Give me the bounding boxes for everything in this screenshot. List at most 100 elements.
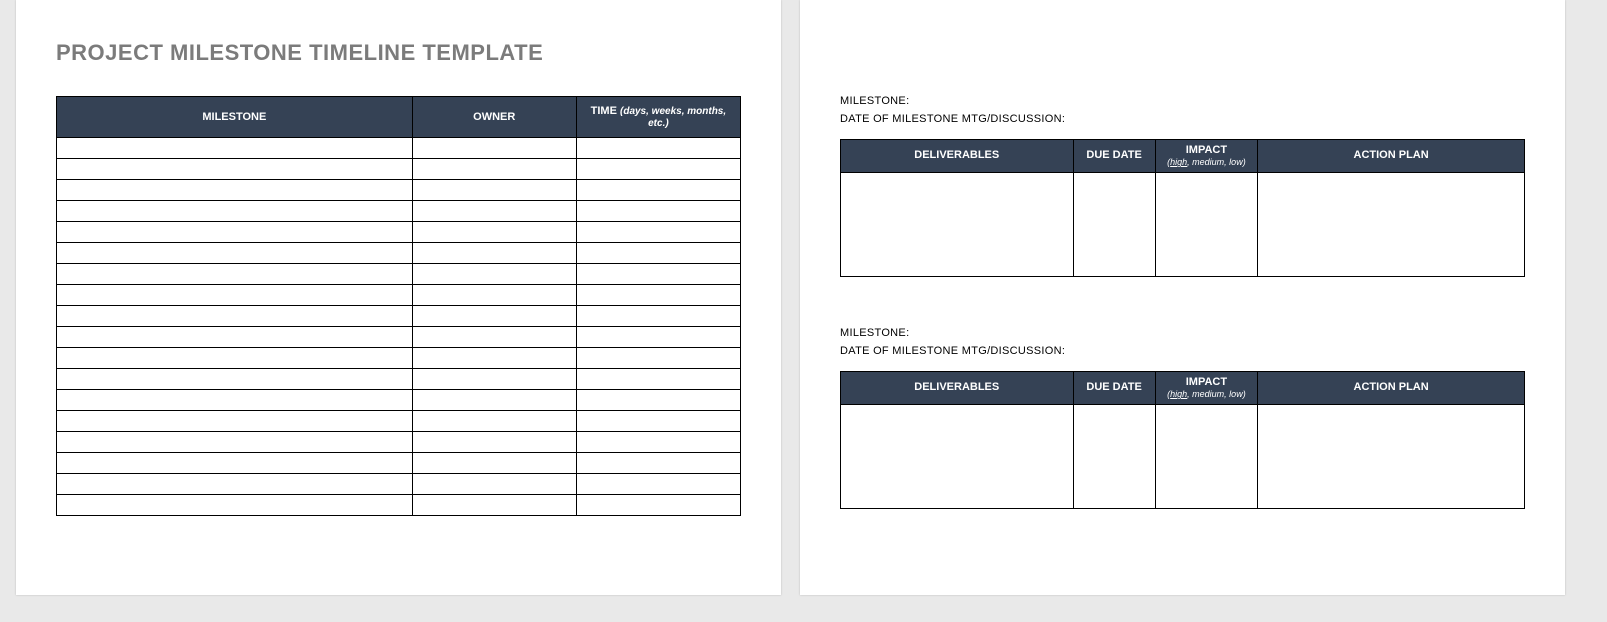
cell-time[interactable] — [576, 348, 740, 369]
cell-time[interactable] — [576, 327, 740, 348]
table-row — [57, 432, 741, 453]
cell-impact[interactable] — [1155, 172, 1258, 276]
table-row — [57, 411, 741, 432]
table-row — [57, 201, 741, 222]
cell-owner[interactable] — [412, 285, 576, 306]
col-impact: IMPACT(high, medium, low) — [1155, 140, 1258, 173]
page-title: PROJECT MILESTONE TIMELINE TEMPLATE — [56, 40, 741, 66]
cell-time[interactable] — [576, 411, 740, 432]
table-row — [57, 453, 741, 474]
cell-owner[interactable] — [412, 138, 576, 159]
table-row — [57, 243, 741, 264]
milestone-field-label: MILESTONE: — [840, 327, 1525, 339]
table-row — [57, 285, 741, 306]
table-row — [57, 306, 741, 327]
cell-deliverables[interactable] — [841, 172, 1074, 276]
cell-owner[interactable] — [412, 411, 576, 432]
cell-milestone[interactable] — [57, 159, 413, 180]
cell-time[interactable] — [576, 264, 740, 285]
date-field-label: DATE OF MILESTONE MTG/DISCUSSION: — [840, 113, 1525, 125]
detail-table: DELIVERABLESDUE DATEIMPACT(high, medium,… — [840, 371, 1525, 509]
cell-time[interactable] — [576, 432, 740, 453]
table-row — [57, 138, 741, 159]
cell-milestone[interactable] — [57, 285, 413, 306]
cell-owner[interactable] — [412, 348, 576, 369]
table-row — [57, 495, 741, 516]
cell-owner[interactable] — [412, 453, 576, 474]
cell-milestone[interactable] — [57, 432, 413, 453]
table-row — [57, 327, 741, 348]
milestone-field-label: MILESTONE: — [840, 95, 1525, 107]
cell-due-date[interactable] — [1073, 172, 1155, 276]
col-milestone: MILESTONE — [57, 97, 413, 138]
date-field-label: DATE OF MILESTONE MTG/DISCUSSION: — [840, 345, 1525, 357]
cell-owner[interactable] — [412, 390, 576, 411]
col-deliverables: DELIVERABLES — [841, 371, 1074, 404]
cell-time[interactable] — [576, 138, 740, 159]
cell-owner[interactable] — [412, 369, 576, 390]
col-owner: OWNER — [412, 97, 576, 138]
cell-owner[interactable] — [412, 222, 576, 243]
cell-milestone[interactable] — [57, 264, 413, 285]
table-row — [57, 222, 741, 243]
cell-time[interactable] — [576, 390, 740, 411]
table-row — [57, 264, 741, 285]
table-row — [57, 474, 741, 495]
cell-time[interactable] — [576, 201, 740, 222]
cell-owner[interactable] — [412, 201, 576, 222]
cell-milestone[interactable] — [57, 348, 413, 369]
cell-deliverables[interactable] — [841, 404, 1074, 508]
cell-milestone[interactable] — [57, 495, 413, 516]
cell-time[interactable] — [576, 180, 740, 201]
cell-owner[interactable] — [412, 243, 576, 264]
cell-due-date[interactable] — [1073, 404, 1155, 508]
cell-milestone[interactable] — [57, 411, 413, 432]
detail-row — [841, 172, 1525, 276]
cell-milestone[interactable] — [57, 474, 413, 495]
detail-row — [841, 404, 1525, 508]
cell-time[interactable] — [576, 453, 740, 474]
cell-time[interactable] — [576, 285, 740, 306]
col-impact: IMPACT(high, medium, low) — [1155, 371, 1258, 404]
table-row — [57, 159, 741, 180]
cell-milestone[interactable] — [57, 306, 413, 327]
cell-action-plan[interactable] — [1258, 172, 1525, 276]
cell-time[interactable] — [576, 474, 740, 495]
cell-owner[interactable] — [412, 495, 576, 516]
cell-time[interactable] — [576, 243, 740, 264]
cell-milestone[interactable] — [57, 390, 413, 411]
col-action-plan: ACTION PLAN — [1258, 371, 1525, 404]
cell-milestone[interactable] — [57, 453, 413, 474]
cell-time[interactable] — [576, 369, 740, 390]
cell-owner[interactable] — [412, 432, 576, 453]
cell-milestone[interactable] — [57, 138, 413, 159]
table-row — [57, 348, 741, 369]
cell-owner[interactable] — [412, 474, 576, 495]
milestone-detail-block: MILESTONE: DATE OF MILESTONE MTG/DISCUSS… — [840, 327, 1525, 509]
cell-owner[interactable] — [412, 306, 576, 327]
milestone-detail-block: MILESTONE: DATE OF MILESTONE MTG/DISCUSS… — [840, 95, 1525, 277]
cell-time[interactable] — [576, 222, 740, 243]
detail-header-row: DELIVERABLESDUE DATEIMPACT(high, medium,… — [841, 140, 1525, 173]
cell-owner[interactable] — [412, 159, 576, 180]
cell-milestone[interactable] — [57, 369, 413, 390]
cell-impact[interactable] — [1155, 404, 1258, 508]
col-action-plan: ACTION PLAN — [1258, 140, 1525, 173]
cell-time[interactable] — [576, 306, 740, 327]
page-1: PROJECT MILESTONE TIMELINE TEMPLATE MILE… — [16, 0, 781, 595]
cell-time[interactable] — [576, 495, 740, 516]
cell-milestone[interactable] — [57, 180, 413, 201]
cell-owner[interactable] — [412, 180, 576, 201]
cell-time[interactable] — [576, 159, 740, 180]
table-header-row: MILESTONE OWNER TIME (days, weeks, month… — [57, 97, 741, 138]
cell-owner[interactable] — [412, 264, 576, 285]
cell-milestone[interactable] — [57, 327, 413, 348]
cell-owner[interactable] — [412, 327, 576, 348]
detail-header-row: DELIVERABLESDUE DATEIMPACT(high, medium,… — [841, 371, 1525, 404]
cell-milestone[interactable] — [57, 201, 413, 222]
cell-action-plan[interactable] — [1258, 404, 1525, 508]
col-due-date: DUE DATE — [1073, 371, 1155, 404]
cell-milestone[interactable] — [57, 243, 413, 264]
cell-milestone[interactable] — [57, 222, 413, 243]
detail-table: DELIVERABLESDUE DATEIMPACT(high, medium,… — [840, 139, 1525, 277]
